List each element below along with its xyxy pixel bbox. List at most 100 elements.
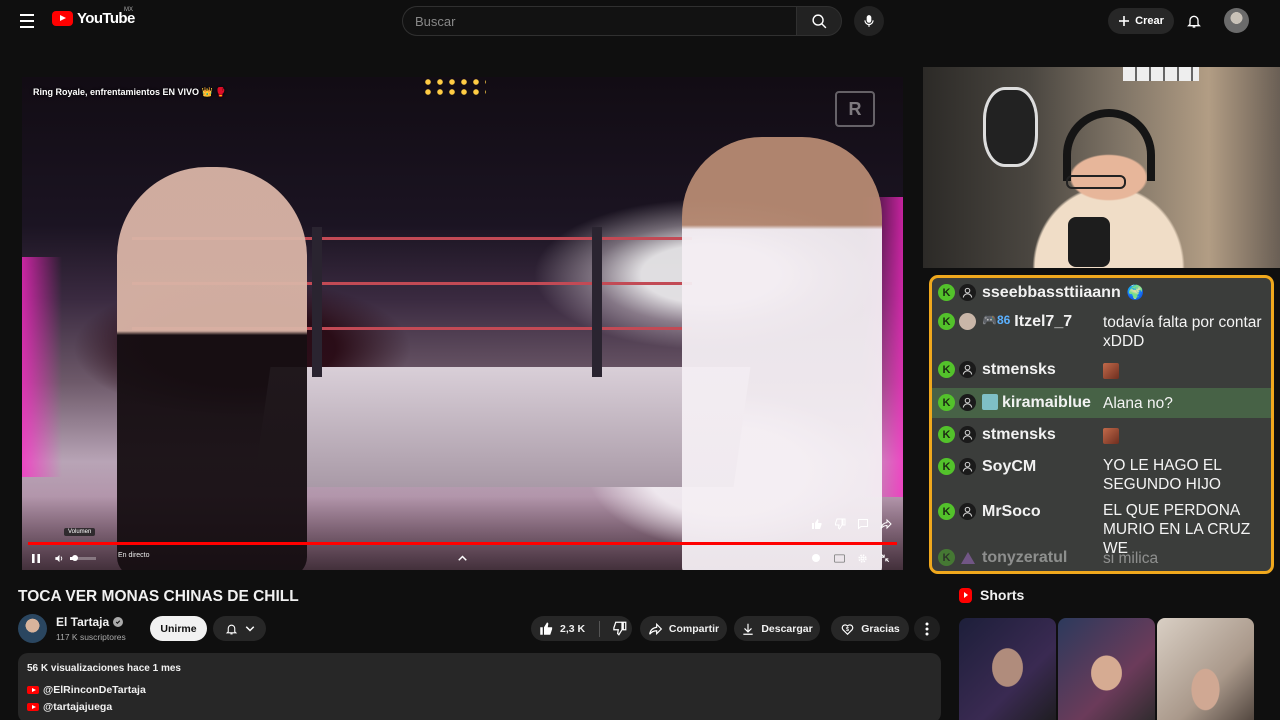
video-frame-person <box>117 167 307 570</box>
channel-name-link[interactable]: El Tartaja <box>56 615 124 629</box>
overlay-share-button[interactable] <box>878 516 893 531</box>
description-channel-link[interactable]: @tartajajuega <box>27 701 112 713</box>
expand-chapters-button[interactable] <box>454 550 470 566</box>
chat-text <box>1103 361 1271 380</box>
video-frame-ring <box>253 367 751 487</box>
description-link-text: @tartajajuega <box>43 701 113 713</box>
chat-user-badge: 🌍 <box>1126 284 1145 300</box>
description-box[interactable]: 56 K visualizaciones hace 1 mes @ElRinco… <box>18 653 941 720</box>
short-thumbnail[interactable] <box>1157 618 1254 720</box>
kick-badge-icon: K <box>938 361 955 378</box>
short-thumbnail[interactable] <box>1058 618 1155 720</box>
microphone-icon <box>864 15 874 27</box>
pause-button[interactable] <box>28 550 44 566</box>
plus-icon <box>1119 16 1130 26</box>
thumbs-down-icon <box>613 621 627 636</box>
video-frame-post <box>592 227 602 377</box>
chat-message: K stmensks <box>932 361 1271 379</box>
user-icon <box>959 426 976 443</box>
share-button[interactable]: Compartir <box>640 616 727 641</box>
overlay-like-button[interactable] <box>809 516 824 531</box>
overlay-comment-button[interactable] <box>855 516 870 531</box>
overlay-dislike-button[interactable] <box>832 516 847 531</box>
search-button[interactable] <box>796 6 842 36</box>
chat-message: K MrSoco EL QUE PERDONA MURIO EN LA CRUZ… <box>932 502 1271 557</box>
user-icon <box>959 458 976 475</box>
subscription-notification-button[interactable] <box>213 616 266 641</box>
join-button[interactable]: Unirme <box>150 616 207 641</box>
youtube-play-icon <box>52 11 73 26</box>
youtube-icon <box>27 703 39 711</box>
fullscreen-exit-button[interactable] <box>877 550 893 566</box>
settings-button[interactable] <box>854 550 870 566</box>
mute-button[interactable] <box>51 550 67 566</box>
live-indicator[interactable]: En directo <box>118 552 150 559</box>
progress-bar[interactable] <box>28 542 897 545</box>
search-input[interactable] <box>402 6 796 36</box>
thumbs-up-icon <box>540 622 553 635</box>
video-frame-light <box>22 257 62 477</box>
user-avatar <box>959 313 976 330</box>
chevron-up-icon <box>457 555 467 561</box>
webcam-microphone <box>1068 217 1110 267</box>
notifications-button[interactable] <box>1184 10 1204 32</box>
shorts-heading: Shorts <box>980 587 1025 603</box>
video-frame-person <box>682 137 882 570</box>
kick-badge-icon: K <box>938 394 955 411</box>
video-frame-post <box>312 227 322 377</box>
channel-name: El Tartaja <box>56 615 110 629</box>
autoplay-toggle[interactable] <box>808 550 824 566</box>
subscriber-count: 117 K suscriptores <box>56 632 126 642</box>
stage-lights <box>422 77 486 97</box>
dislike-button[interactable] <box>612 621 627 636</box>
subtitles-icon <box>833 553 845 563</box>
top-bar: YouTube MX Crear <box>0 0 1280 42</box>
menu-icon-line <box>20 20 34 22</box>
kick-badge-icon: K <box>938 313 955 330</box>
download-button[interactable]: Descargar <box>734 616 820 641</box>
user-icon <box>959 503 976 520</box>
autoplay-icon <box>812 554 820 562</box>
bell-icon <box>225 624 237 634</box>
menu-icon-line <box>20 26 34 28</box>
account-avatar[interactable] <box>1224 8 1249 33</box>
voice-search-button[interactable] <box>854 6 884 36</box>
verified-icon <box>113 617 124 627</box>
like-button[interactable]: 2,3 K <box>539 621 585 636</box>
channel-watermark[interactable]: R <box>835 91 875 127</box>
short-thumbnail[interactable] <box>959 618 1056 720</box>
subtitles-button[interactable] <box>831 550 847 566</box>
chat-username: MrSoco <box>982 503 1041 520</box>
create-button[interactable]: Crear <box>1108 8 1174 34</box>
volume-tooltip: Volumen <box>64 528 96 536</box>
video-overlay-title: Ring Royale, enfrentamientos EN VIVO 👑 🥊 <box>33 87 227 97</box>
video-player[interactable]: Ring Royale, enfrentamientos EN VIVO 👑 🥊… <box>22 77 903 570</box>
volume-slider[interactable] <box>70 555 96 561</box>
thanks-label: Gracias <box>861 622 900 635</box>
overlay-actions <box>809 516 893 531</box>
chat-username: stmensks <box>982 426 1056 443</box>
chat-text: si milica <box>1103 550 1159 567</box>
menu-button[interactable] <box>14 8 40 34</box>
channel-avatar[interactable] <box>18 614 47 643</box>
chat-emote-icon <box>1103 362 1119 379</box>
chat-username: sseebbassttiiaann <box>982 284 1121 301</box>
chat-user-badges: 🎮86 <box>982 313 1011 327</box>
more-actions-button[interactable] <box>914 616 940 641</box>
menu-icon-line <box>20 14 34 16</box>
description-channel-link[interactable]: @ElRinconDeTartaja <box>27 684 146 696</box>
heart-dollar-icon: $ <box>841 623 854 635</box>
youtube-logo[interactable]: YouTube MX <box>52 7 135 27</box>
chat-emote-icon <box>1103 427 1119 444</box>
search-icon <box>811 13 826 28</box>
kick-badge-icon: K <box>938 426 955 443</box>
create-label: Crear <box>1135 15 1164 27</box>
thanks-button[interactable]: $ Gracias <box>831 616 909 641</box>
collapse-icon <box>880 553 890 563</box>
bell-icon <box>1187 15 1201 28</box>
chat-username: SoyCM <box>982 458 1037 475</box>
volume-slider-knob[interactable] <box>72 555 79 561</box>
chat-username: stmensks <box>982 361 1056 378</box>
chat-text <box>1103 426 1271 445</box>
description-link-text: @ElRinconDeTartaja <box>43 684 146 696</box>
